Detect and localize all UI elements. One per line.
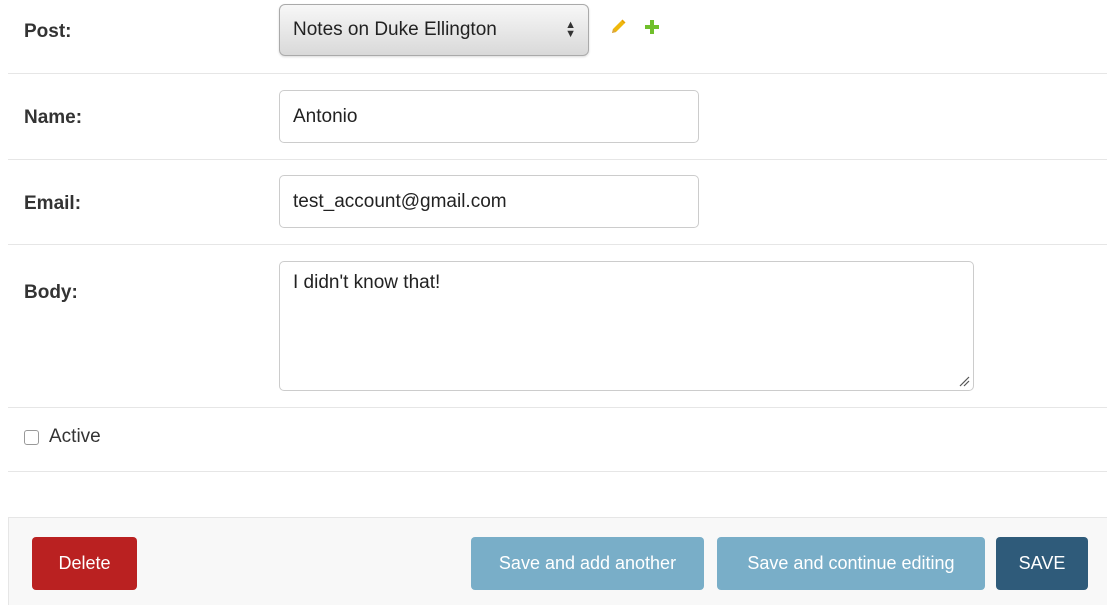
body-label: Body: xyxy=(24,282,78,303)
email-input[interactable] xyxy=(279,175,699,228)
post-label: Post: xyxy=(24,21,72,42)
name-label: Name: xyxy=(24,107,83,128)
post-select[interactable]: Notes on Duke Ellington ▲ ▼ xyxy=(279,4,589,56)
active-label[interactable]: Active xyxy=(49,426,101,448)
form-row-email: Email: xyxy=(8,160,1107,245)
plus-icon[interactable] xyxy=(644,19,660,35)
save-and-add-another-button[interactable]: Save and add another xyxy=(471,537,704,590)
body-textarea[interactable]: I didn't know that! xyxy=(279,261,974,391)
save-button[interactable]: SAVE xyxy=(996,537,1088,590)
form-row-body: Body: I didn't know that! xyxy=(8,245,1107,408)
pencil-icon[interactable] xyxy=(609,18,627,36)
email-label: Email: xyxy=(24,193,82,214)
active-checkbox[interactable] xyxy=(24,430,39,445)
delete-button[interactable]: Delete xyxy=(32,537,137,590)
form-row-active: Active xyxy=(8,408,1107,472)
form-row-post: Post: Notes on Duke Ellington ▲ ▼ xyxy=(8,0,1107,74)
name-input[interactable] xyxy=(279,90,699,143)
resize-handle-icon[interactable] xyxy=(959,376,970,387)
form-row-name: Name: xyxy=(8,74,1107,160)
select-arrows-icon: ▲ ▼ xyxy=(565,19,576,40)
change-form: Post: Notes on Duke Ellington ▲ ▼ Name: … xyxy=(0,0,1107,605)
submit-row: Delete Save and add another Save and con… xyxy=(8,517,1107,605)
save-and-continue-button[interactable]: Save and continue editing xyxy=(717,537,985,590)
post-select-value: Notes on Duke Ellington xyxy=(293,19,497,40)
